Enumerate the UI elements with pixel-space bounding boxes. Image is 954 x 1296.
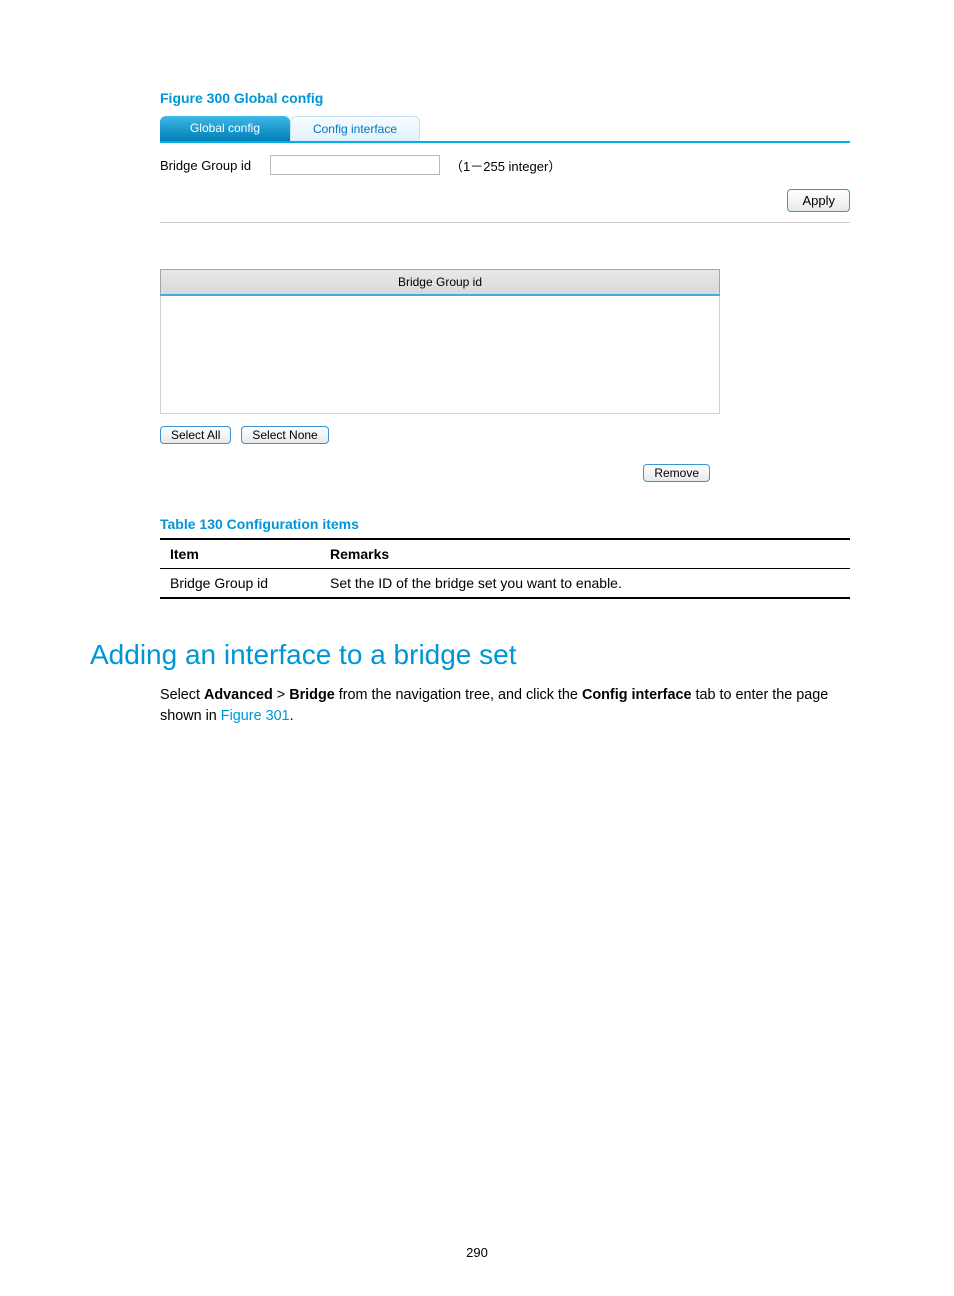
bold-advanced: Advanced [204, 687, 273, 703]
remove-button[interactable]: Remove [643, 464, 710, 482]
tab-strip: Global config Config interface [160, 116, 850, 143]
tab-config-interface[interactable]: Config interface [290, 116, 420, 141]
bridge-group-id-label: Bridge Group id [160, 158, 270, 173]
bridge-group-id-row: Bridge Group id （1－255 integer） [160, 155, 850, 175]
text: from the navigation tree, and click the [335, 687, 582, 703]
bridge-group-id-input[interactable] [270, 155, 440, 175]
body-paragraph: Select Advanced > Bridge from the naviga… [160, 685, 860, 727]
select-all-button[interactable]: Select All [160, 426, 231, 444]
table-caption: Table 130 Configuration items [160, 516, 864, 532]
figure-caption: Figure 300 Global config [160, 90, 864, 106]
apply-button[interactable]: Apply [787, 189, 850, 212]
table-header-item: Item [160, 539, 320, 569]
tab-global-config[interactable]: Global config [160, 116, 290, 141]
select-none-button[interactable]: Select None [241, 426, 328, 444]
table-row: Bridge Group id Set the ID of the bridge… [160, 569, 850, 599]
text: > [273, 687, 289, 703]
config-ui-block: Global config Config interface Bridge Gr… [160, 116, 850, 223]
text: . [290, 708, 294, 724]
bold-bridge: Bridge [289, 687, 335, 703]
page-number: 290 [0, 1245, 954, 1260]
config-items-table: Item Remarks Bridge Group id Set the ID … [160, 538, 850, 599]
table-cell-remarks: Set the ID of the bridge set you want to… [320, 569, 850, 599]
bold-config-interface: Config interface [582, 687, 692, 703]
text: Select [160, 687, 204, 703]
list-toolbar: Select All Select None Remove [160, 426, 720, 482]
section-title: Adding an interface to a bridge set [90, 639, 864, 671]
list-body[interactable] [160, 296, 720, 414]
bridge-group-id-hint: （1－255 integer） [450, 156, 561, 175]
list-header: Bridge Group id [160, 269, 720, 296]
table-cell-item: Bridge Group id [160, 569, 320, 599]
bridge-group-list-panel: Bridge Group id [160, 269, 720, 414]
figure-301-link[interactable]: Figure 301 [221, 708, 290, 724]
table-header-remarks: Remarks [320, 539, 850, 569]
